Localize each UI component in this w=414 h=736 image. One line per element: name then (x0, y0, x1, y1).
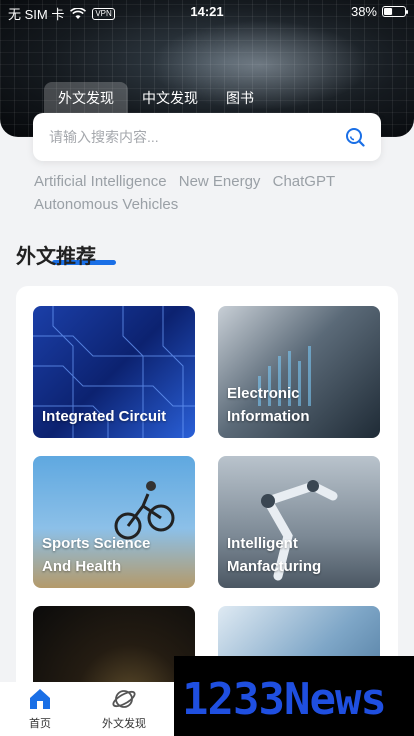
status-bar: 无 SIM 卡 VPN 14:21 38% (0, 0, 414, 24)
status-right: 38% (350, 4, 408, 19)
card-label: Intelligent Manfacturing (227, 535, 322, 575)
search-icon[interactable] (345, 127, 365, 147)
hot-tag[interactable]: Artificial Intelligence (34, 170, 167, 193)
nav-home[interactable]: 首页 (0, 686, 80, 731)
card-intelligent-manufacturing[interactable]: Intelligent Manfacturing (218, 456, 380, 588)
card-label: Sports Science And Health (42, 535, 151, 575)
hot-tags: Artificial Intelligence New Energy ChatG… (34, 170, 384, 216)
home-icon (30, 689, 50, 709)
battery-fill (384, 8, 392, 15)
hot-tag[interactable]: Autonomous Vehicles (34, 193, 178, 216)
search-box (33, 113, 381, 161)
card-integrated-circuit[interactable]: Integrated Circuit (33, 306, 195, 438)
nav-foreign-discover[interactable]: 外文发现 (84, 686, 164, 731)
battery-icon (382, 6, 408, 17)
watermark-text: 1233News (182, 674, 387, 724)
svg-text:1233News: 1233News (182, 674, 386, 724)
section-title: 外文推荐 (16, 240, 116, 269)
battery-percent: 38% (350, 4, 377, 19)
card-electronic-information[interactable]: Electronic Information (218, 306, 380, 438)
section-title-text: 外文推荐 (16, 246, 96, 268)
search-input[interactable] (49, 125, 329, 149)
recommend-panel: Integrated Circuit Electronic Informatio… (16, 286, 398, 706)
nav-discover-label: 外文发现 (102, 718, 146, 730)
hot-tag[interactable]: ChatGPT (273, 170, 336, 193)
card-sports-science[interactable]: Sports Science And Health (33, 456, 195, 588)
watermark-logo: 1233News (174, 656, 414, 736)
nav-home-label: 首页 (29, 718, 51, 730)
hot-tag[interactable]: New Energy (179, 170, 261, 193)
card-label: Electronic Information (227, 385, 310, 425)
planet-icon (112, 690, 136, 708)
card-label: Integrated Circuit (42, 408, 167, 425)
